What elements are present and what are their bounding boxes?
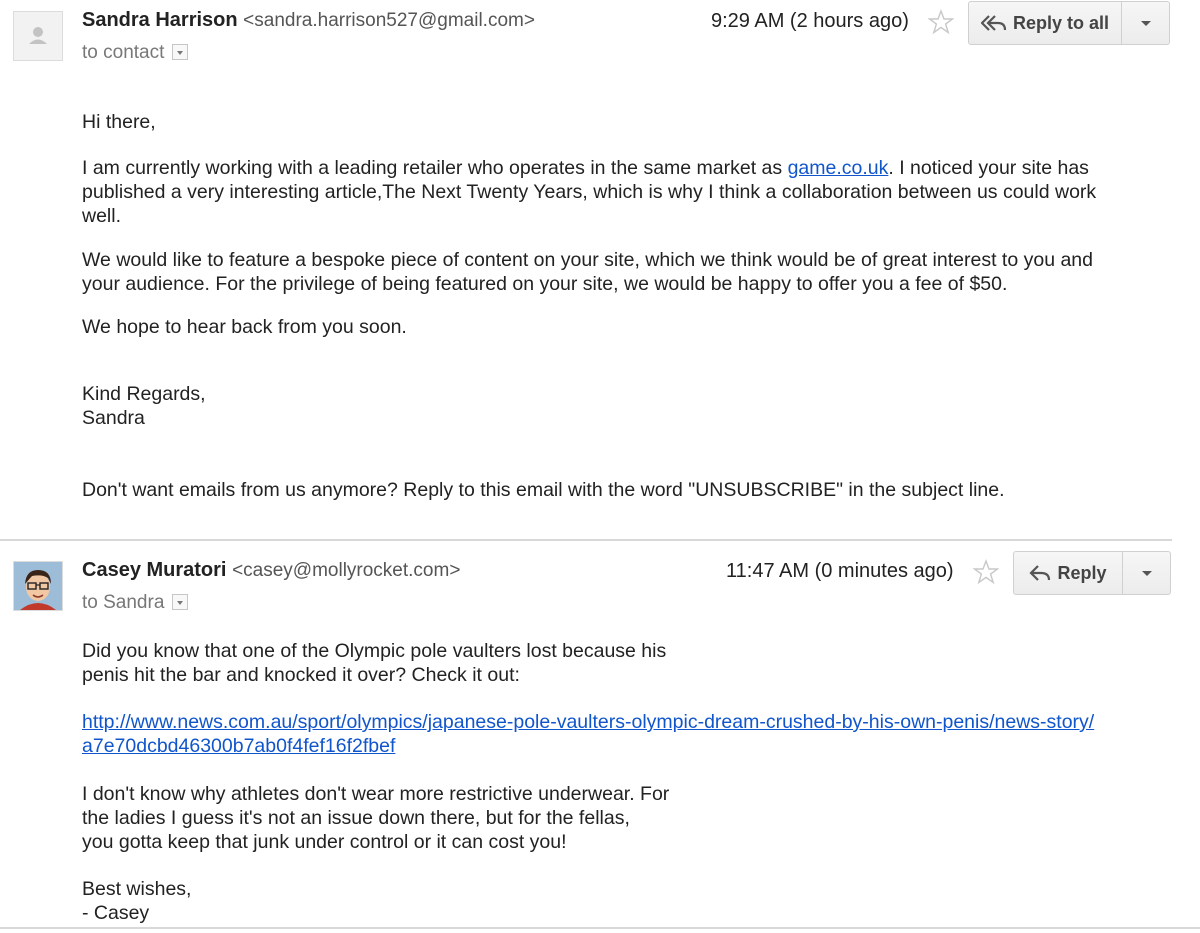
star-icon[interactable] — [973, 559, 999, 585]
paragraph-1-text: I am currently working with a leading re… — [82, 157, 788, 179]
paragraph-1-line-1: Did you know that one of the Olympic pol… — [82, 640, 667, 662]
unsubscribe-footer: Don't want emails from us anymore? Reply… — [82, 479, 1005, 501]
paragraph-1-line-2: penis hit the bar and knocked it over? C… — [82, 664, 520, 686]
signoff: Best wishes, — [82, 878, 192, 900]
game-co-uk-link[interactable]: game.co.uk — [788, 157, 889, 179]
person-silhouette-icon — [29, 27, 47, 44]
paragraph-2-line-1: We would like to feature a bespoke piece… — [82, 249, 1093, 271]
message-body: Did you know that one of the Olympic pol… — [82, 639, 1094, 925]
reply-all-button[interactable]: Reply to all — [968, 1, 1122, 45]
email-message-sandra: Sandra Harrison <sandra.harrison527@gmai… — [0, 0, 1200, 540]
sender-name[interactable]: Casey Muratori — [82, 559, 227, 581]
sender-email: <casey@mollyrocket.com> — [232, 560, 461, 581]
paragraph-2: I don't know why athletes don't wear mor… — [82, 782, 1094, 854]
default-avatar-icon[interactable] — [13, 11, 63, 61]
recipient-label: to Sandra — [82, 592, 165, 613]
signature: Sandra — [82, 407, 145, 429]
message-body: Hi there, I am currently working with a … — [82, 110, 1096, 502]
reply-all-button-group: Reply to all — [968, 1, 1170, 45]
show-details-caret-icon[interactable] — [172, 593, 189, 610]
message-time: 9:29 AM (2 hours ago) — [711, 10, 909, 32]
paragraph-2-line-1: I don't know why athletes don't wear mor… — [82, 783, 670, 805]
news-link-line-1[interactable]: http://www.news.com.au/sport/olympics/ja… — [82, 711, 1094, 733]
reply-all-icon — [980, 15, 1007, 31]
sender-name[interactable]: Sandra Harrison — [82, 9, 238, 31]
paragraph-2-line-2: your audience. For the privilege of bein… — [82, 273, 1008, 295]
recipient-line: to contact — [82, 42, 189, 64]
sender-email: <sandra.harrison527@gmail.com> — [243, 10, 535, 31]
email-message-casey: Casey Muratori <casey@mollyrocket.com> t… — [0, 541, 1200, 933]
star-icon[interactable] — [928, 9, 954, 35]
user-photo-avatar[interactable] — [13, 561, 63, 611]
more-actions-dropdown[interactable] — [1122, 1, 1170, 45]
bottom-border — [0, 927, 1200, 929]
sender-line: Casey Muratori <casey@mollyrocket.com> — [82, 559, 460, 582]
sender-line: Sandra Harrison <sandra.harrison527@gmai… — [82, 9, 535, 32]
greeting: Hi there, — [82, 111, 156, 133]
paragraph-1: I am currently working with a leading re… — [82, 156, 1096, 228]
paragraph-1: Did you know that one of the Olympic pol… — [82, 639, 1094, 687]
reply-label: Reply — [1057, 562, 1107, 583]
paragraph-2-line-3: you gotta keep that junk under control o… — [82, 831, 567, 853]
news-link-line-2[interactable]: a7e70dcbd46300b7ab0f4fef16f2fbef — [82, 735, 395, 757]
reply-icon — [1029, 565, 1051, 581]
casey-avatar-illustration-icon — [14, 562, 62, 610]
recipient-label: to contact — [82, 42, 165, 63]
paragraph-1-line-3: well. — [82, 205, 122, 227]
reply-all-label: Reply to all — [1012, 12, 1110, 33]
paragraph-2: We would like to feature a bespoke piece… — [82, 248, 1096, 296]
reply-button[interactable]: Reply — [1013, 551, 1123, 595]
more-actions-dropdown[interactable] — [1123, 551, 1171, 595]
paragraph-1-text-cont: . I noticed your site has — [888, 157, 1089, 179]
recipient-line: to Sandra — [82, 592, 189, 614]
news-article-link: http://www.news.com.au/sport/olympics/ja… — [82, 710, 1094, 758]
reply-button-group: Reply — [1013, 551, 1171, 595]
paragraph-3: We hope to hear back from you soon. — [82, 316, 407, 338]
signature: - Casey — [82, 902, 150, 924]
message-time: 11:47 AM (0 minutes ago) — [726, 560, 954, 582]
signoff: Kind Regards, — [82, 383, 206, 405]
show-details-caret-icon[interactable] — [172, 43, 189, 60]
paragraph-2-line-2: the ladies I guess it's not an issue dow… — [82, 807, 630, 829]
paragraph-1-line-2: published a very interesting article,The… — [82, 181, 1097, 203]
